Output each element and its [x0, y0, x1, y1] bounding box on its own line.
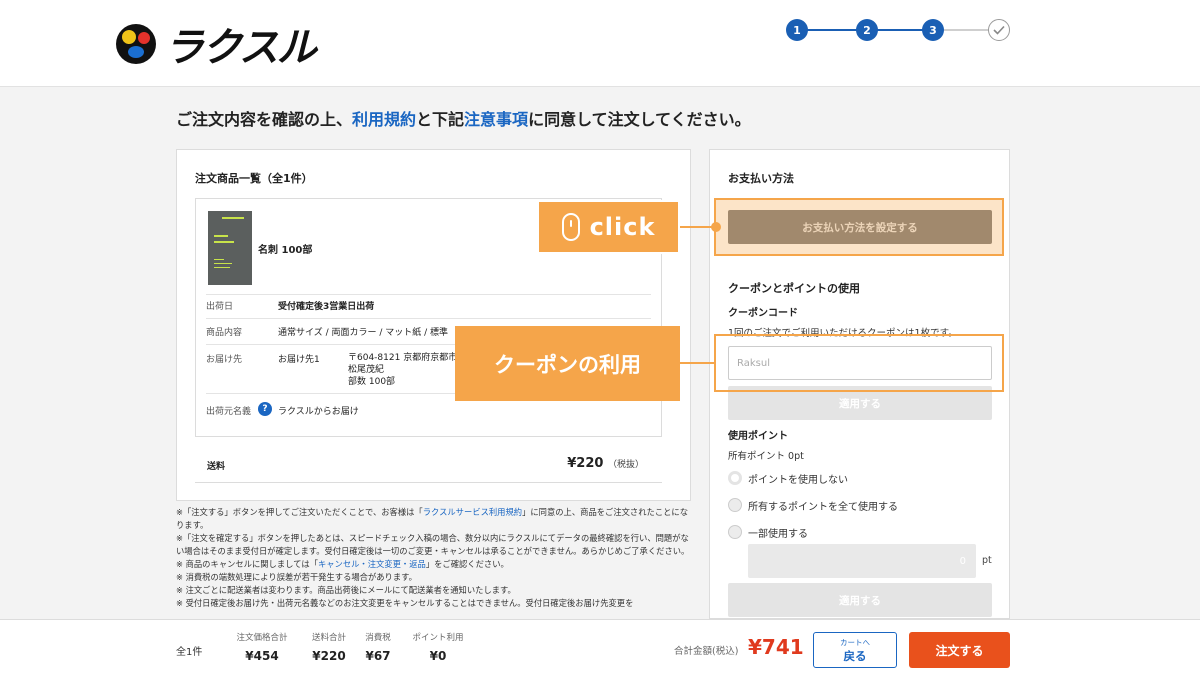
sender-label: 出荷元名義 [206, 407, 252, 417]
note-line: ※「注文する」ボタンを押してご注文いただくことで、お客様は「ラクスルサービス利用… [176, 507, 689, 530]
note-line: ※ 注文ごとに配送業者は変わります。商品出荷後にメールにて配送業者を通知いたしま… [176, 585, 516, 595]
note-line: ※「注文を確定する」ボタンを押したあとは、スピードチェック入稿の場合、数分以内に… [176, 533, 690, 556]
shipping-total-column: 送料合計 ¥220 [311, 633, 346, 663]
help-icon[interactable]: ? [258, 402, 272, 416]
owned-points: 所有ポイント 0pt [728, 451, 804, 462]
deliver-address: 〒604-8121 京都府京都市 松尾茂紀 部数 100部 [348, 353, 458, 387]
tax-column: 消費税 ¥67 [365, 633, 391, 663]
note-line: ※ 受付日確定後お届け先・出荷元名義などのお注文変更をキャンセルすることはできま… [176, 598, 634, 608]
order-summary-bar: 全1件 注文価格合計 ¥454 送料合計 ¥220 消費税 ¥67 ポイント利用… [0, 619, 1200, 680]
note-line: ※ 商品のキャンセルに関しましては「キャンセル・注文変更・返品」をご確認ください… [176, 559, 509, 569]
deliver-name: お届け先1 [278, 355, 320, 365]
notes-section: ※「注文する」ボタンを押してご注文いただくことで、お客様は「ラクスルサービス利用… [176, 506, 691, 618]
cancel-policy-link[interactable]: キャンセル・注文変更・返品 [318, 559, 426, 569]
order-items-heading: 注文商品一覧（全1件） [195, 172, 313, 185]
radio-partial-points[interactable] [728, 525, 742, 539]
radio-all-points-label: 所有するポイントを全て使用する [748, 502, 898, 513]
coupon-annotation: クーポンの利用 [455, 326, 680, 401]
sender-value: ラクスルからお届け [278, 407, 359, 417]
checkmark-icon [988, 19, 1010, 41]
progress-stepper: 1 2 3 [786, 17, 1016, 43]
product-name: 名刺 100部 [258, 245, 313, 256]
points-used-column: ポイント利用 ¥0 [412, 633, 464, 663]
content-label: 商品内容 [206, 328, 243, 338]
note-line: ※ 消費税の端数処理により誤差が若干発生する場合があります。 [176, 572, 417, 582]
place-order-button[interactable]: 注文する [909, 632, 1010, 668]
deliver-label: お届け先 [206, 355, 243, 365]
shipping-label: 送料 [207, 462, 226, 472]
content-value: 通常サイズ / 両面カラー / マット紙 / 標準 [278, 328, 448, 338]
service-terms-link[interactable]: ラクスルサービス利用規約 [423, 507, 522, 517]
points-unit: pt [982, 555, 992, 566]
product-thumbnail [208, 211, 252, 285]
points-amount-input[interactable]: 0 [748, 544, 976, 578]
back-to-cart-button[interactable]: カートへ 戻る [813, 632, 897, 668]
notes-link[interactable]: 注意事項 [464, 110, 528, 129]
radio-no-points[interactable] [728, 471, 742, 485]
step-3: 3 [922, 19, 944, 41]
radio-partial-points-label: 一部使用する [748, 529, 808, 540]
payment-heading: お支払い方法 [728, 172, 794, 185]
radio-no-points-label: ポイントを使用しない [748, 475, 848, 486]
total-amount: ¥741 [748, 635, 804, 659]
header: ラクスル 1 2 3 [0, 0, 1200, 87]
click-annotation: click [537, 200, 680, 254]
subtotal-column: 注文価格合計 ¥454 [236, 633, 288, 663]
coupon-code-label: クーポンコード [728, 308, 798, 319]
points-heading: 使用ポイント [728, 431, 788, 442]
step-1: 1 [786, 19, 808, 41]
coupon-points-heading: クーポンとポイントの使用 [728, 282, 860, 295]
ship-date-value: 受付確定後3営業日出荷 [278, 302, 375, 312]
click-dot [711, 222, 721, 232]
item-count: 全1件 [176, 647, 203, 658]
shipping-price: ¥220 （税抜） [567, 456, 644, 471]
logo-mark-icon [116, 24, 156, 64]
radio-all-points[interactable] [728, 498, 742, 512]
terms-link[interactable]: 利用規約 [352, 110, 416, 129]
step-2: 2 [856, 19, 878, 41]
coupon-highlight [714, 334, 1004, 392]
points-apply-button[interactable]: 適用する [728, 583, 992, 617]
coupon-connector [680, 362, 716, 364]
raksul-logo[interactable]: ラクスル [116, 14, 317, 74]
mouse-icon [561, 213, 580, 241]
page-title: ご注文内容を確認の上、利用規約と下記注意事項に同意して注文してください。 [176, 110, 751, 129]
ship-date-label: 出荷日 [206, 302, 234, 312]
logo-text: ラクスル [164, 25, 317, 71]
payment-highlight [714, 198, 1004, 256]
total-label: 合計金額(税込) [674, 646, 739, 657]
